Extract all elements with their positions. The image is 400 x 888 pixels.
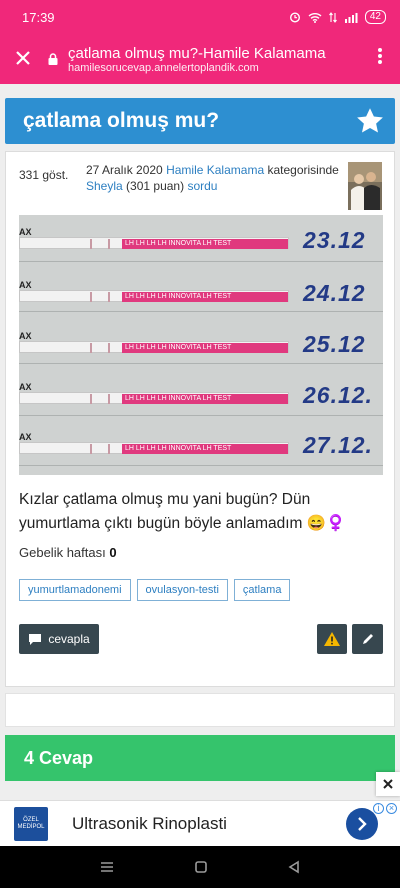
test-strip-row: AX LH LH LH LH INNOVITA LH TEST 23.12 [19,217,383,269]
question-card: 331 göst. 27 Aralık 2020 Hamile Kalamama… [5,151,395,687]
question-title-bar: çatlama olmuş mu? [5,98,395,144]
tag-list: yumurtlamadonemi ovulasyon-testi çatlama [19,579,291,601]
test-strip: LH LH LH LH INNOVITA LH TEST [19,341,289,353]
test-strip-row: AX LH LH LH LH INNOVITA LH TEST 26.12. [19,372,383,424]
strip-ax-label: AX [19,382,32,392]
close-icon [16,51,30,65]
asked-link[interactable]: sordu [187,179,217,193]
strip-label: LH LH LH LH INNOVITA LH TEST [122,394,288,404]
strip-ax-label: AX [19,331,32,341]
answers-header: 4 Cevap [5,735,395,781]
back-icon[interactable] [287,860,301,874]
question-meta: 27 Aralık 2020 Hamile Kalamama kategoris… [86,162,346,194]
strip-date: 23.12 [303,227,366,253]
close-tab-button[interactable] [0,46,46,72]
ad-close-button[interactable] [376,772,400,796]
strip-label: LH LH LH LH INNOVITA LH TEST [122,343,288,353]
ad-close-small-icon: × [386,803,397,814]
page-content: çatlama olmuş mu? 331 göst. 27 Aralık 20… [0,84,400,800]
signal-icon [344,12,358,23]
ad-info[interactable]: i × [373,803,397,814]
author-points: (301 puan) [126,179,185,193]
question-photo[interactable]: AX LH LH LH LH INNOVITA LH TEST 23.12 AX… [19,215,383,475]
question-title: çatlama olmuş mu? [23,109,220,132]
lock-icon [48,53,58,65]
more-vert-icon [378,48,382,64]
tag-link[interactable]: yumurtlamadonemi [19,579,131,601]
pregnancy-week: Gebelik haftası 0 [19,545,117,560]
recent-apps-icon[interactable] [99,860,115,874]
question-date: 27 Aralık 2020 [86,163,163,177]
pencil-icon [362,634,373,644]
home-icon[interactable] [194,860,208,874]
avatar-image [348,162,382,210]
strip-label: LH LH LH LH INNOVITA LH TEST [122,444,288,454]
report-button[interactable] [317,624,347,654]
url-text-area[interactable]: çatlama olmuş mu?-Hamile Kalamama hamile… [68,45,360,74]
browser-menu-button[interactable] [360,47,400,71]
question-body: Kızlar çatlama olmuş mu yani bugün? Dün … [19,491,346,532]
strip-date: 26.12. [303,382,373,408]
status-icons: 42 [289,10,386,24]
ad-logo: ÖZEL MEDİPOL [14,806,48,841]
status-time: 17:39 [22,9,55,25]
view-count: 331 göst. [19,168,69,182]
ad-banner[interactable]: ÖZEL MEDİPOL Ultrasonik Rinoplasti i × [0,800,400,846]
wifi-icon [308,12,322,23]
chevron-right-icon [358,816,367,831]
test-strip: LH LH LH LH INNOVITA LH TEST [19,290,289,302]
browser-page-title: çatlama olmuş mu?-Hamile Kalamama [68,44,326,62]
data-arrows-icon [328,11,337,23]
battery-icon: 42 [364,10,386,24]
warning-icon [324,632,340,646]
pregnancy-week-value: 0 [109,545,117,560]
star-icon[interactable] [355,106,385,136]
category-suffix: kategorisinde [267,163,339,177]
close-icon [383,779,393,789]
strip-ax-label: AX [19,432,32,442]
empty-card [5,693,395,727]
test-strip-row: AX LH LH LH LH INNOVITA LH TEST 27.12. [19,422,383,474]
browser-url-bar: çatlama olmuş mu?-Hamile Kalamama hamile… [0,34,400,84]
test-strip: LH LH LH LH INNOVITA LH TEST [19,392,289,404]
tag-link[interactable]: ovulasyon-testi [136,579,228,601]
test-strip: LH LH LH LH INNOVITA LH TEST [19,237,289,249]
strip-ax-label: AX [19,280,32,290]
edit-button[interactable] [352,624,383,654]
category-link[interactable]: Hamile Kalamama [166,163,264,177]
strip-date: 24.12 [303,280,366,306]
status-bar: 17:39 42 [0,0,400,34]
reply-button[interactable]: cevapla [19,624,99,654]
strip-date: 25.12 [303,331,366,357]
answers-count: 4 Cevap [24,747,94,768]
pregnancy-week-label: Gebelik haftası [19,545,106,560]
ad-text: Ultrasonik Rinoplasti [72,813,227,833]
strip-label: LH LH LH LH INNOVITA LH TEST [122,239,288,249]
ad-info-icon: i [373,803,384,814]
avatar[interactable] [348,162,382,210]
strip-label: LH LH LH LH INNOVITA LH TEST [122,292,288,302]
strip-date: 27.12. [303,432,373,458]
test-strip-row: AX LH LH LH LH INNOVITA LH TEST 25.12 [19,321,383,373]
strip-ax-label: AX [19,227,32,237]
alarm-icon [289,12,300,23]
tag-link[interactable]: çatlama [233,579,291,601]
test-strip: LH LH LH LH INNOVITA LH TEST [19,442,289,454]
browser-domain: hamilesorucevap.annelertoplandik.com [68,61,259,74]
reply-button-label: cevapla [48,632,90,646]
comment-icon [29,633,42,645]
system-nav-bar [0,846,400,888]
test-strip-row: AX LH LH LH LH INNOVITA LH TEST 24.12 [19,270,383,322]
author-link[interactable]: Sheyla [86,179,123,193]
